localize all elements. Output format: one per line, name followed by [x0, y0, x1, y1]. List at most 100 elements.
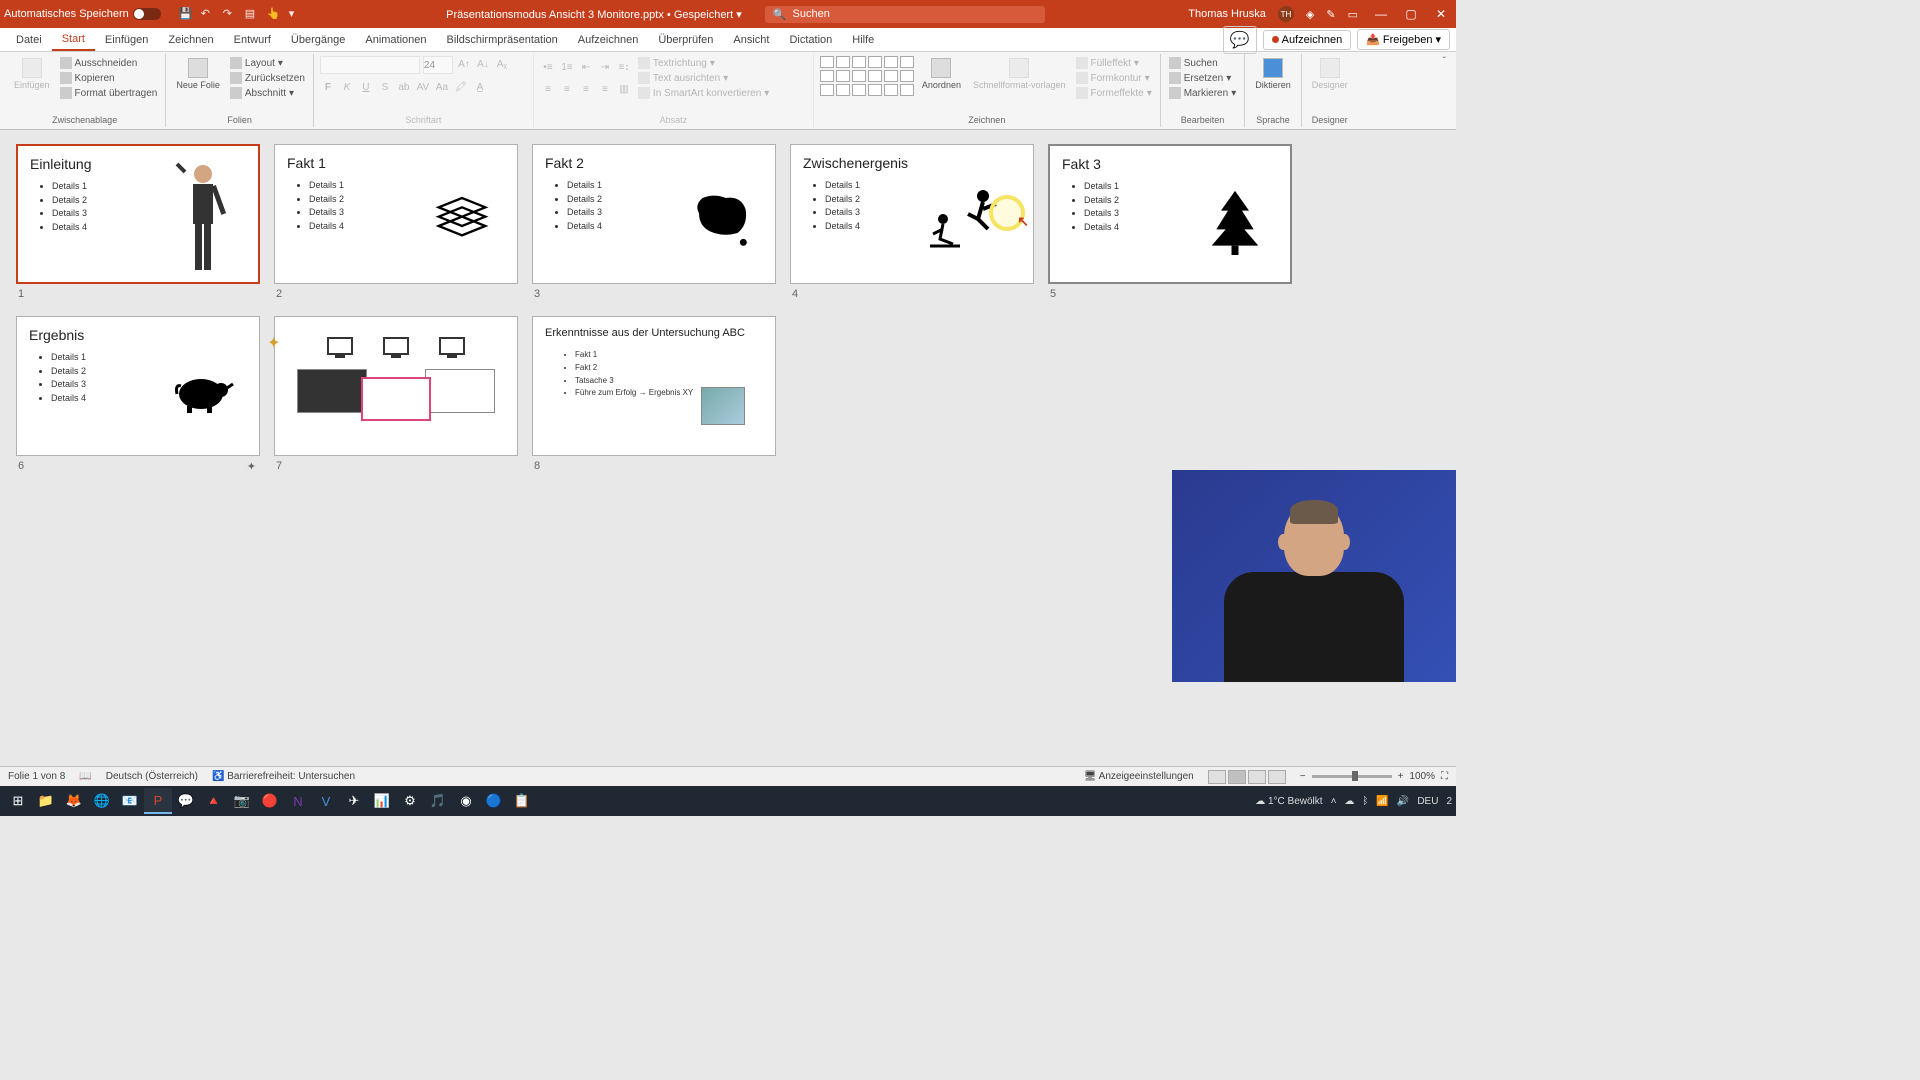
font-family-combo[interactable]: [320, 56, 420, 74]
accessibility-button[interactable]: ♿ Barrierefreiheit: Untersuchen: [212, 771, 355, 782]
font-color-button[interactable]: A̲: [472, 79, 488, 95]
designer-button[interactable]: Designer: [1308, 56, 1352, 92]
increase-font-icon[interactable]: A↑: [456, 56, 472, 72]
reset-button[interactable]: Zurücksetzen: [228, 71, 307, 85]
close-button[interactable]: ✕: [1430, 6, 1452, 22]
language-button[interactable]: Deutsch (Österreich): [106, 771, 198, 782]
tab-entwurf[interactable]: Entwurf: [224, 30, 281, 50]
taskbar-telegram[interactable]: ✈: [340, 788, 368, 814]
taskbar-app[interactable]: V: [312, 788, 340, 814]
tray-volume-icon[interactable]: 🔊: [1397, 796, 1409, 807]
taskbar-outlook[interactable]: 📧: [116, 788, 144, 814]
user-name[interactable]: Thomas Hruska: [1188, 8, 1266, 20]
italic-button[interactable]: K: [339, 79, 355, 95]
tab-datei[interactable]: Datei: [6, 30, 52, 50]
taskbar-explorer[interactable]: 📁: [32, 788, 60, 814]
tray-language[interactable]: DEU: [1417, 796, 1438, 807]
tab-zeichnen[interactable]: Zeichnen: [158, 30, 223, 50]
autosave-toggle[interactable]: Automatisches Speichern: [4, 8, 161, 20]
layout-button[interactable]: Layout ▾: [228, 56, 307, 70]
tab-bildschirm[interactable]: Bildschirmpräsentation: [437, 30, 568, 50]
decrease-indent-button[interactable]: ⇤: [578, 59, 594, 75]
start-button[interactable]: ⊞: [4, 788, 32, 814]
weather-widget[interactable]: ☁ 1°C Bewölkt: [1255, 796, 1322, 807]
taskbar-vlc[interactable]: 🔺: [200, 788, 228, 814]
justify-button[interactable]: ≡: [597, 81, 613, 97]
taskbar-app[interactable]: 🎵: [424, 788, 452, 814]
font-size-combo[interactable]: [423, 56, 453, 74]
decrease-font-icon[interactable]: A↓: [475, 56, 491, 72]
columns-button[interactable]: ▥: [616, 81, 632, 97]
smartart-button[interactable]: In SmartArt konvertieren ▾: [636, 86, 771, 100]
shape-outline-button[interactable]: Formkontur ▾: [1074, 71, 1154, 85]
shape-fill-button[interactable]: Fülleffekt ▾: [1074, 56, 1154, 70]
tray-bluetooth-icon[interactable]: ᛒ: [1362, 796, 1368, 807]
underline-button[interactable]: U: [358, 79, 374, 95]
undo-icon[interactable]: ↶: [201, 7, 215, 21]
taskbar-onenote[interactable]: N: [284, 788, 312, 814]
taskbar-chrome[interactable]: 🌐: [88, 788, 116, 814]
slide-thumbnail-6[interactable]: Ergebnis Details 1Details 2Details 3Deta…: [16, 316, 260, 456]
aufzeichnen-button[interactable]: Aufzeichnen: [1263, 30, 1352, 50]
taskbar-app[interactable]: 📷: [228, 788, 256, 814]
zoom-in-button[interactable]: +: [1398, 771, 1404, 782]
taskbar-app[interactable]: ◉: [452, 788, 480, 814]
format-painter-button[interactable]: Format übertragen: [58, 86, 160, 100]
taskbar-app[interactable]: 💬: [172, 788, 200, 814]
zoom-slider[interactable]: [1312, 775, 1392, 778]
qat-more-icon[interactable]: ▾: [289, 7, 303, 21]
tab-uebergaenge[interactable]: Übergänge: [281, 30, 355, 50]
select-button[interactable]: Markieren ▾: [1167, 86, 1239, 100]
tray-clock[interactable]: 2: [1446, 796, 1452, 807]
minimize-button[interactable]: —: [1370, 6, 1392, 22]
clear-format-icon[interactable]: Aᵪ: [494, 56, 510, 72]
section-button[interactable]: Abschnitt ▾: [228, 86, 307, 100]
replace-button[interactable]: Ersetzen ▾: [1167, 71, 1239, 85]
paste-button[interactable]: Einfügen: [10, 56, 54, 92]
highlight-button[interactable]: 🖍: [453, 79, 469, 95]
find-button[interactable]: Suchen: [1167, 56, 1239, 70]
taskbar-app[interactable]: 📊: [368, 788, 396, 814]
slide-thumbnail-3[interactable]: Fakt 2 Details 1Details 2Details 3Detail…: [532, 144, 776, 284]
case-button[interactable]: Aa: [434, 79, 450, 95]
fit-window-button[interactable]: ⛶: [1441, 771, 1448, 782]
align-left-button[interactable]: ≡: [540, 81, 556, 97]
line-spacing-button[interactable]: ≡↕: [616, 59, 632, 75]
zoom-out-button[interactable]: −: [1300, 771, 1306, 782]
search-box[interactable]: 🔍 Suchen: [765, 6, 1045, 23]
display-settings-button[interactable]: 🖥 Anzeigeeinstellungen: [1084, 771, 1194, 782]
redo-icon[interactable]: ↷: [223, 7, 237, 21]
slide-thumbnail-2[interactable]: Fakt 1 Details 1Details 2Details 3Detail…: [274, 144, 518, 284]
sorter-view-button[interactable]: [1228, 770, 1246, 784]
tab-ueberpruefen[interactable]: Überprüfen: [648, 30, 723, 50]
diamond-icon[interactable]: ◈: [1306, 8, 1314, 21]
taskbar-app[interactable]: 📋: [508, 788, 536, 814]
tab-aufzeichnen[interactable]: Aufzeichnen: [568, 30, 649, 50]
comments-button[interactable]: 💬: [1223, 26, 1257, 54]
slide-thumbnail-7[interactable]: ✦: [274, 316, 518, 456]
ribbon-options-icon[interactable]: ▭: [1348, 8, 1358, 21]
shape-effects-button[interactable]: Formeffekte ▾: [1074, 86, 1154, 100]
tab-einfuegen[interactable]: Einfügen: [95, 30, 158, 50]
freigeben-button[interactable]: 📤Freigeben ▾: [1357, 29, 1450, 50]
maximize-button[interactable]: ▢: [1400, 6, 1422, 22]
shadow-button[interactable]: ab: [396, 79, 412, 95]
zoom-level[interactable]: 100%: [1409, 771, 1435, 782]
bold-button[interactable]: F: [320, 79, 336, 95]
quick-styles-button[interactable]: Schnellformat-vorlagen: [969, 56, 1070, 92]
spellcheck-icon[interactable]: 📖: [79, 771, 91, 782]
taskbar-powerpoint[interactable]: P: [144, 788, 172, 814]
slide-thumbnail-1[interactable]: Einleitung Details 1Details 2Details 3De…: [16, 144, 260, 284]
save-icon[interactable]: 💾: [179, 7, 193, 21]
tab-start[interactable]: Start: [52, 29, 95, 51]
tab-animationen[interactable]: Animationen: [355, 30, 436, 50]
arrange-button[interactable]: Anordnen: [918, 56, 965, 92]
dictate-button[interactable]: Diktieren: [1251, 56, 1295, 92]
toggle-switch-icon[interactable]: [133, 8, 161, 20]
new-slide-button[interactable]: Neue Folie: [172, 56, 224, 92]
tab-hilfe[interactable]: Hilfe: [842, 30, 884, 50]
taskbar-firefox[interactable]: 🦊: [60, 788, 88, 814]
user-avatar[interactable]: TH: [1278, 6, 1294, 22]
tray-wifi-icon[interactable]: 📶: [1376, 796, 1388, 807]
slideshow-view-button[interactable]: [1268, 770, 1286, 784]
